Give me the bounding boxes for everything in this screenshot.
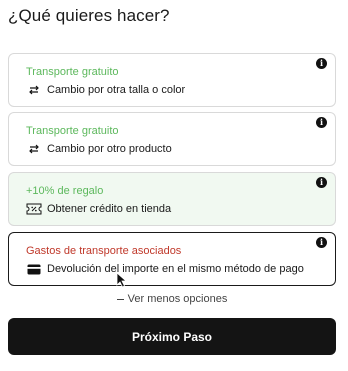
option-label: Cambio por otro producto xyxy=(47,143,172,155)
option-refund-same-method[interactable]: Gastos de transporte asociados Devolució… xyxy=(8,232,336,286)
show-less-options-link[interactable]: Ver menos opciones xyxy=(0,293,344,305)
exchange-arrows-icon xyxy=(26,84,42,96)
credit-card-icon xyxy=(26,263,42,275)
option-label: Cambio por otra talla o color xyxy=(47,84,186,96)
option-badge: Gastos de transporte asociados xyxy=(26,245,182,257)
option-exchange-size-color[interactable]: Transporte gratuito Cambio por otra tall… xyxy=(8,53,336,107)
option-label: Devolución del importe en el mismo métod… xyxy=(47,263,304,275)
option-badge: Transporte gratuito xyxy=(26,125,119,137)
show-less-label: Ver menos opciones xyxy=(127,293,228,305)
info-icon[interactable]: i xyxy=(316,177,327,188)
exchange-arrows-icon xyxy=(26,143,42,155)
page-title: ¿Qué quieres hacer? xyxy=(8,6,170,25)
option-badge: Transporte gratuito xyxy=(26,66,119,78)
info-icon[interactable]: i xyxy=(316,117,327,128)
next-step-button[interactable]: Próximo Paso xyxy=(8,318,336,355)
option-label: Obtener crédito en tienda xyxy=(47,203,172,215)
voucher-percent-icon xyxy=(26,203,42,215)
info-icon[interactable]: i xyxy=(316,58,327,69)
option-store-credit[interactable]: +10% de regalo Obtener crédito en tienda… xyxy=(8,172,336,226)
info-icon[interactable]: i xyxy=(316,237,327,248)
mouse-cursor-icon xyxy=(116,272,128,288)
option-badge: +10% de regalo xyxy=(26,185,104,197)
option-exchange-product[interactable]: Transporte gratuito Cambio por otro prod… xyxy=(8,112,336,166)
minus-icon xyxy=(116,298,124,300)
